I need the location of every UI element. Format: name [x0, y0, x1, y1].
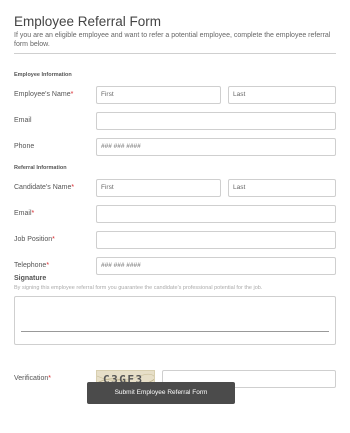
candidate-email-label: Email*	[14, 210, 35, 217]
employee-last-name-input[interactable]: Last	[228, 86, 336, 104]
job-position-input[interactable]	[96, 231, 336, 249]
candidate-name-label: Candidate's Name*	[14, 184, 75, 191]
job-position-label: Job Position*	[14, 236, 55, 243]
employee-phone-row: Phone ### ### ####	[14, 138, 336, 156]
candidate-phone-input[interactable]: ### ### ####	[96, 257, 336, 275]
form-body: Employee Information Employee's Name* Fi…	[14, 0, 336, 433]
candidate-email-input[interactable]	[96, 205, 336, 223]
candidate-phone-label: Telephone*	[14, 262, 50, 269]
employee-email-input[interactable]	[96, 112, 336, 130]
candidate-first-name-input[interactable]: First	[96, 179, 221, 197]
employee-email-label: Email	[14, 117, 32, 124]
employee-first-name-input[interactable]: First	[96, 86, 221, 104]
employee-phone-label: Phone	[14, 143, 35, 150]
job-position-row: Job Position*	[14, 231, 336, 249]
signature-hint: By signing this employee referral form y…	[14, 285, 263, 291]
referral-section-label: Referral Information	[14, 165, 67, 171]
candidate-phone-row: Telephone* ### ### ####	[14, 257, 336, 275]
employee-name-row: Employee's Name* First Last	[14, 86, 336, 104]
signature-baseline	[21, 331, 329, 332]
employee-email-row: Email	[14, 112, 336, 130]
submit-button[interactable]: Submit Employee Referral Form	[87, 382, 235, 404]
candidate-email-row: Email*	[14, 205, 336, 223]
verification-label: Verification*	[14, 375, 51, 382]
signature-label: Signature	[14, 275, 47, 282]
employee-section-label: Employee Information	[14, 72, 72, 78]
candidate-name-row: Candidate's Name* First Last	[14, 179, 336, 197]
employee-phone-input[interactable]: ### ### ####	[96, 138, 336, 156]
employee-name-label: Employee's Name*	[14, 91, 74, 98]
signature-pad[interactable]	[14, 296, 336, 345]
candidate-last-name-input[interactable]: Last	[228, 179, 336, 197]
